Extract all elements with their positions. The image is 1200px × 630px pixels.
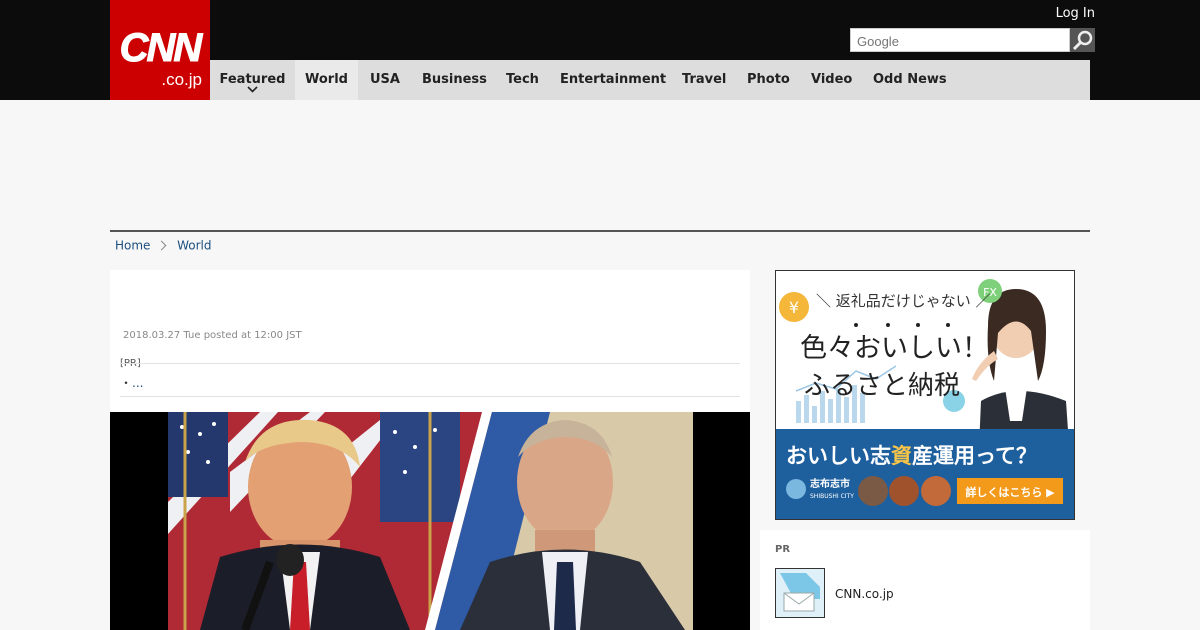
magnifier-icon [1072,30,1093,50]
ad-city: 志布志市 [810,477,850,490]
chevron-right-icon [156,240,167,251]
envelope-icon [776,569,824,617]
breadcrumb-current[interactable]: World [177,239,211,253]
nav-item-usa[interactable]: USA [370,60,400,100]
ad-bottom-prefix: おいしい志 [786,444,891,468]
svg-text:おいしい志資産運用って？: おいしい志資産運用って？ [786,444,1037,468]
pr-item-thumbnail[interactable] [775,568,825,618]
logo-wordmark: CNN [119,26,203,71]
ad-tagline: ＼ 返礼品だけじゃない ／ [816,292,991,310]
search-input[interactable] [855,30,1069,52]
nav-item-video[interactable]: Video [811,60,852,100]
nav-item-world[interactable]: World [295,60,358,100]
sidebar-pr-box: PR CNN.co.jp [760,530,1090,630]
nav-item-label: Business [422,72,487,87]
nav-item-label: Photo [747,72,790,87]
cnn-logo[interactable]: CNN .co.jp [110,0,210,100]
ad-illustration: ¥ FX ＼ 返礼品だけじゃない ／ 色々おいしい！ ふるさと納税 おいしい志資… [776,271,1074,519]
ad-cta: 詳しくはこちら ▶ [965,485,1055,499]
nav-item-label: Entertainment [560,72,667,87]
nav-item-label: Featured [219,72,286,87]
divider [120,396,740,397]
ad-bottom-badge: 資 [891,444,912,468]
nav-item-featured[interactable]: Featured [210,60,295,100]
breadcrumb-home[interactable]: Home [115,239,150,253]
chevron-down-icon [247,86,258,93]
furusato-ad[interactable]: ¥ FX ＼ 返礼品だけじゃない ／ 色々おいしい！ ふるさと納税 おいしい志資… [775,270,1075,520]
section-divider [110,230,1090,232]
main-nav: Featured World USA Business Tech Enterta… [210,60,1090,100]
nav-item-label: Odd News [873,72,947,87]
divider [120,363,740,364]
nav-item-label: Travel [682,72,727,87]
nav-item-travel[interactable]: Travel [682,60,726,100]
search-box[interactable] [850,28,1070,52]
nav-item-business[interactable]: Business [422,60,487,100]
nav-item-label: Tech [506,72,539,87]
pr-item: ・... [120,374,143,391]
yen-badge: ¥ [789,298,799,317]
photo-illustration [110,412,750,630]
pr-link[interactable]: ... [132,376,143,390]
nav-item-label: USA [370,72,400,87]
nav-item-label: Video [811,72,853,87]
article-date: 2018.03.27 Tue posted at 12:00 JST [123,330,302,341]
breadcrumb: Home World [115,238,211,253]
nav-item-photo[interactable]: Photo [747,60,790,100]
pr-box-title: PR [775,544,791,555]
bullet-marker: ・ [120,376,133,390]
pr-item-name[interactable]: CNN.co.jp [835,587,894,601]
login-link[interactable]: Log In [1056,6,1095,21]
search-button[interactable] [1070,28,1095,52]
nav-item-tech[interactable]: Tech [506,60,539,100]
logo-domain: .co.jp [161,70,202,89]
ad-city-en: SHIBUSHI CITY [810,493,854,500]
banner-ad-space [110,100,1090,230]
nav-item-entertainment[interactable]: Entertainment [560,60,666,100]
article-photo [110,412,750,630]
ad-bottom-suffix: 産運用って？ [912,444,1037,468]
ad-headline-2: ふるさと納税 [804,371,960,401]
article-header: 2018.03.27 Tue posted at 12:00 JST [PR] … [110,270,750,412]
nav-item-odd-news[interactable]: Odd News [873,60,947,100]
ad-headline-1: 色々おいしい！ [800,333,989,364]
nav-item-label: World [305,72,348,87]
